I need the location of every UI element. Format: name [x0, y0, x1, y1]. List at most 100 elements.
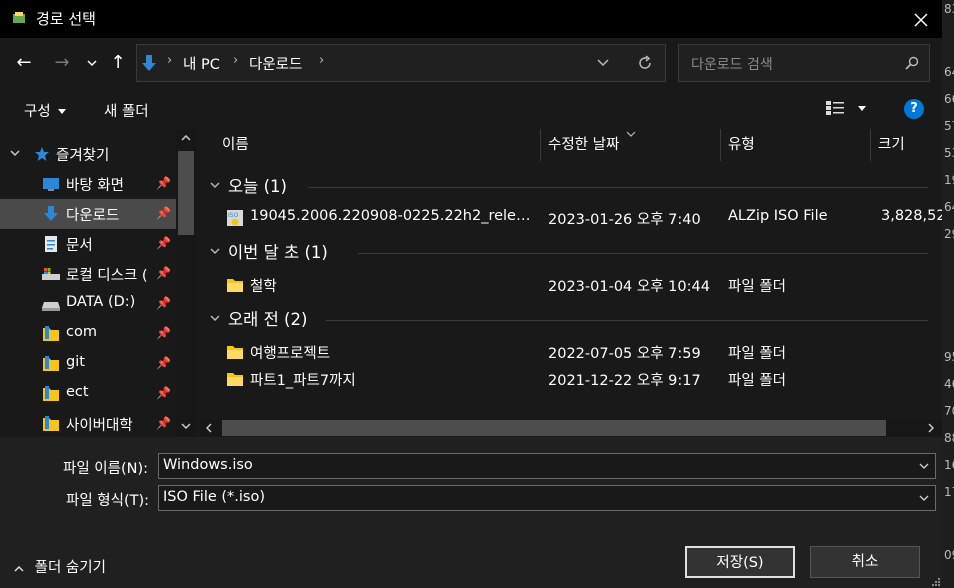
filetype-value: ISO File (*.iso) [163, 489, 266, 505]
chevron-down-icon[interactable] [919, 495, 929, 501]
file-name: 파트1_파트7까지 [250, 373, 356, 389]
drive-icon [42, 302, 60, 311]
column-divider[interactable] [870, 129, 871, 161]
pin-icon: 📌 [156, 386, 171, 400]
horizontal-scrollbar[interactable] [200, 419, 942, 437]
background-number: 88 [944, 431, 954, 445]
folder-icon [43, 386, 59, 401]
scroll-thumb[interactable] [222, 420, 886, 436]
arrow-up-icon: ↑ [110, 52, 126, 73]
pin-icon: 📌 [156, 206, 171, 220]
sidebar-item-com[interactable]: com 📌 [0, 319, 176, 349]
save-button[interactable]: 저장(S) [685, 546, 795, 578]
help-button[interactable]: ? [904, 99, 924, 119]
group-divider [308, 187, 928, 188]
group-label: 오래 전 (2) [228, 310, 308, 329]
sidebar-item-cyber-university[interactable]: 사이버대학 📌 [0, 409, 176, 437]
chevron-down-icon [210, 182, 220, 188]
column-header-date[interactable]: 수정한 날짜 [548, 129, 619, 161]
sidebar-item-label: ect [66, 384, 89, 400]
sidebar-item-label: 사이버대학 [66, 418, 133, 434]
sort-indicator-icon [626, 131, 636, 137]
column-header-name[interactable]: 이름 [222, 129, 249, 161]
file-date: 2022-07-05 오후 7:59 [548, 346, 701, 362]
view-dropdown-icon[interactable] [858, 106, 866, 111]
folder-icon [43, 356, 59, 371]
cancel-button[interactable]: 취소 [810, 546, 920, 578]
scroll-up-icon[interactable] [181, 135, 191, 141]
caret-down-icon [58, 109, 67, 114]
up-button[interactable]: ↑ [106, 49, 130, 77]
group-header-earlier-this-month[interactable]: 이번 달 초 (1) [208, 239, 928, 267]
file-type: 파일 폴더 [728, 346, 786, 362]
chevron-down-icon [87, 60, 97, 67]
sidebar-item-label: git [66, 354, 85, 370]
download-arrow-icon [142, 55, 156, 71]
address-dropdown-icon[interactable] [597, 59, 609, 67]
folder-icon [227, 346, 243, 359]
background-number: 16 [944, 458, 954, 472]
group-header-long-ago[interactable]: 오래 전 (2) [208, 306, 928, 334]
file-name: 19045.2006.220908-0225.22h2_release_sv..… [250, 208, 536, 224]
organize-button[interactable]: 구성 [24, 100, 67, 121]
file-row[interactable]: ISO 19045.2006.220908-0225.22h2_release_… [200, 205, 942, 231]
search-input[interactable]: 다운로드 검색 [691, 54, 773, 74]
close-button[interactable] [900, 4, 942, 36]
sidebar-item-git[interactable]: git 📌 [0, 349, 176, 379]
back-button[interactable]: ← [12, 49, 36, 77]
column-divider[interactable] [540, 129, 541, 161]
refresh-icon[interactable] [637, 55, 653, 71]
background-number: 95 [944, 350, 954, 364]
resize-grip-icon[interactable] [930, 576, 940, 586]
hide-folders-label: 폴더 숨기기 [34, 560, 106, 576]
sidebar-item-downloads[interactable]: 다운로드 📌 [0, 199, 176, 229]
chevron-down-icon[interactable] [919, 463, 929, 469]
background-number: 66 [944, 92, 954, 106]
scroll-right-icon[interactable] [928, 423, 934, 433]
breadcrumb-separator-icon: › [319, 53, 325, 68]
address-bar[interactable]: › 내 PC › 다운로드 › [136, 44, 666, 82]
new-folder-button[interactable]: 새 폴더 [104, 100, 149, 121]
navigation-pane: 즐겨찾기 바탕 화면 📌 다운로드 📌 문서 📌 로컬 디스크 ( 📌 DATA… [0, 129, 196, 437]
column-header-size[interactable]: 크기 [878, 129, 905, 161]
breadcrumb-item-my-pc[interactable]: 내 PC [183, 53, 220, 74]
group-divider [326, 320, 928, 321]
background-number: 29 [944, 227, 954, 241]
file-dialog: 경로 선택 ← → ↑ › 내 PC › 다운로드 › 다운로드 검색 구성 새… [0, 0, 942, 588]
sidebar-item-desktop[interactable]: 바탕 화면 📌 [0, 169, 176, 199]
hide-folders-button[interactable]: 폴더 숨기기 [14, 556, 106, 577]
file-row[interactable]: 파트1_파트7까지 2021-12-22 오후 9:17 파일 폴더 [200, 366, 942, 392]
background-number: 83 [944, 2, 954, 16]
filetype-select[interactable]: ISO File (*.iso) [158, 485, 936, 511]
sidebar-quick-access[interactable]: 즐겨찾기 [0, 139, 176, 169]
recent-locations-button[interactable] [82, 49, 102, 77]
organize-label: 구성 [24, 104, 51, 120]
scroll-left-icon[interactable] [206, 423, 212, 433]
background-number: 09 [944, 548, 954, 562]
breadcrumb-separator-icon: › [167, 53, 173, 68]
breadcrumb-item-downloads[interactable]: 다운로드 [249, 53, 302, 74]
sidebar-item-data-drive[interactable]: DATA (D:) 📌 [0, 289, 176, 319]
forward-button[interactable]: → [50, 49, 74, 77]
sidebar-item-ect[interactable]: ect 📌 [0, 379, 176, 409]
folder-icon [43, 416, 59, 431]
scroll-thumb[interactable] [178, 151, 194, 235]
sidebar-item-local-disk[interactable]: 로컬 디스크 ( 📌 [0, 259, 176, 289]
group-header-today[interactable]: 오늘 (1) [208, 173, 928, 201]
file-size: 3,828,520 [881, 208, 942, 224]
navigation-scrollbar[interactable] [176, 129, 196, 437]
column-header-type[interactable]: 유형 [728, 129, 755, 161]
filename-input[interactable]: Windows.iso [158, 453, 936, 479]
sidebar-item-documents[interactable]: 문서 📌 [0, 229, 176, 259]
chevron-up-icon [14, 565, 24, 572]
column-divider[interactable] [720, 129, 721, 161]
search-box[interactable]: 다운로드 검색 [678, 44, 930, 82]
svg-text:ISO: ISO [228, 212, 239, 219]
filename-label: 파일 이름(N): [63, 461, 149, 477]
sidebar-item-label: DATA (D:) [66, 294, 136, 310]
scroll-down-icon[interactable] [181, 423, 191, 429]
file-row[interactable]: 철학 2023-01-04 오후 10:44 파일 폴더 [200, 272, 942, 298]
view-options-icon[interactable] [826, 101, 844, 115]
file-row[interactable]: 여행프로젝트 2022-07-05 오후 7:59 파일 폴더 [200, 339, 942, 365]
download-icon [44, 206, 58, 221]
